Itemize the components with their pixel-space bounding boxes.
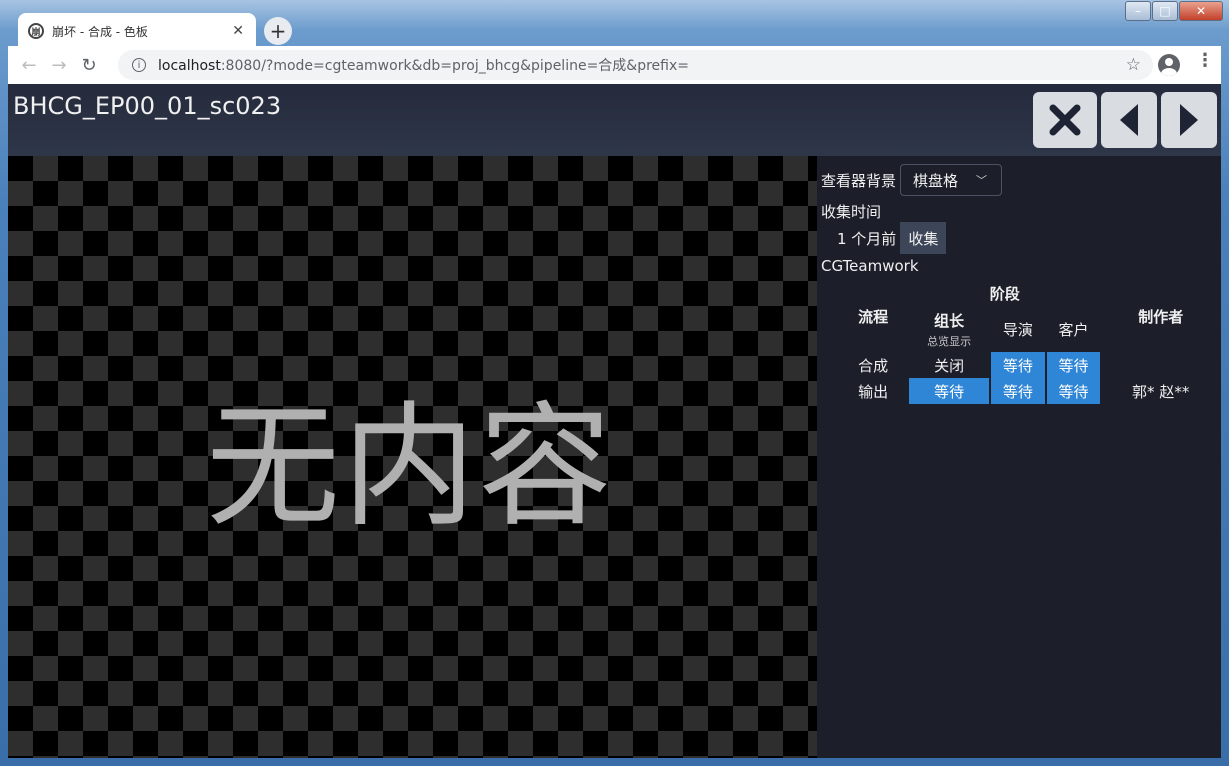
page-title: BHCG_EP00_01_sc023: [13, 92, 282, 120]
tab-title: 崩坏 - 合成 - 色板: [52, 24, 148, 39]
lead-status-cell[interactable]: 等待: [909, 378, 990, 404]
close-tab-icon[interactable]: ✕: [232, 23, 244, 39]
viewer-placeholder: 无内容: [8, 156, 817, 758]
viewer-bg-row: 查看器背景 棋盘格 ﹀: [821, 164, 1003, 196]
collect-button[interactable]: 收集: [900, 222, 947, 254]
next-button[interactable]: [1161, 92, 1217, 148]
back-icon[interactable]: ←: [14, 50, 44, 80]
source-label: CGTeamwork: [821, 257, 919, 275]
close-button[interactable]: [1033, 92, 1097, 148]
url-host: localhost: [158, 58, 221, 74]
lead-header-cell: 组长 总览显示: [909, 306, 989, 352]
pipeline-header: 流程: [858, 307, 889, 326]
profile-avatar-icon[interactable]: [1158, 54, 1180, 76]
browser-window: – □ ✕ 崩 崩坏 - 合成 - 色板 ✕ + ← → ↻ i localho…: [0, 0, 1229, 766]
triangle-left-icon: [1120, 104, 1138, 136]
page-header: BHCG_EP00_01_sc023: [8, 84, 1221, 156]
director-status-cell[interactable]: 等待: [991, 352, 1045, 378]
maker-cell: 郭* 赵**: [1132, 382, 1190, 401]
collect-value-row: 1 个月前 收集: [837, 222, 947, 254]
site-info-icon[interactable]: i: [132, 58, 146, 72]
lead-header: 组长: [934, 311, 965, 330]
viewer-bg-label: 查看器背景: [821, 171, 897, 190]
collect-time-row: 收集时间: [821, 201, 881, 222]
client-status-cell[interactable]: 等待: [1046, 352, 1101, 378]
lead-sub-header: 总览显示: [927, 334, 972, 348]
stage-header: 阶段: [989, 284, 1020, 303]
browser-tab[interactable]: 崩 崩坏 - 合成 - 色板 ✕: [18, 13, 256, 49]
forward-icon[interactable]: →: [44, 50, 74, 80]
viewer-bg-select[interactable]: 棋盘格 ﹀: [900, 164, 1003, 196]
pipeline-cell: 合成: [858, 356, 889, 375]
no-content-text: 无内容: [205, 389, 614, 545]
previous-button[interactable]: [1101, 92, 1157, 148]
image-viewer[interactable]: 无内容: [8, 156, 817, 758]
chevron-down-icon: ﹀: [976, 174, 988, 187]
maker-header: 制作者: [1138, 307, 1184, 326]
new-tab-button[interactable]: +: [264, 17, 292, 45]
client-status-cell[interactable]: 等待: [1046, 378, 1101, 404]
maker-cell: [1102, 352, 1219, 378]
source-row: CGTeamwork: [821, 257, 919, 275]
reload-icon[interactable]: ↻: [74, 50, 104, 80]
collect-time-label: 收集时间: [821, 203, 882, 221]
status-table: 流程 阶段 制作者 组长 总览显示 导演 客户 合成 关闭 等待 等待 输出 等…: [837, 280, 1221, 404]
close-window-button[interactable]: ✕: [1179, 1, 1223, 21]
page-content: BHCG_EP00_01_sc023 无内容 查看器背景 棋盘格 ﹀ 收集时间 …: [8, 84, 1221, 758]
window-controls: – □ ✕: [1124, 1, 1223, 21]
triangle-right-icon: [1180, 104, 1198, 136]
browser-toolbar: ← → ↻ i localhost:8080/?mode=cgteamwork&…: [8, 46, 1221, 84]
browser-menu-icon[interactable]: ⋮: [1196, 50, 1214, 71]
collect-time-value: 1 个月前: [837, 229, 897, 248]
director-status-cell[interactable]: 等待: [991, 378, 1045, 404]
pipeline-cell: 输出: [858, 382, 889, 401]
url-text: localhost:8080/?mode=cgteamwork&db=proj_…: [158, 55, 1126, 75]
address-bar[interactable]: i localhost:8080/?mode=cgteamwork&db=pro…: [118, 50, 1153, 80]
favicon-icon: 崩: [28, 23, 44, 39]
bookmark-star-icon[interactable]: ☆: [1126, 55, 1141, 75]
lead-status-cell[interactable]: 关闭: [909, 352, 989, 378]
viewer-bg-value: 棋盘格: [913, 171, 959, 190]
minimize-button[interactable]: –: [1125, 1, 1151, 21]
client-header: 客户: [1058, 320, 1089, 339]
close-icon: [1049, 104, 1081, 136]
maximize-button[interactable]: □: [1152, 1, 1178, 21]
info-panel: 查看器背景 棋盘格 ﹀ 收集时间 1 个月前 收集 CGTeamwork 流程 …: [817, 156, 1221, 758]
director-header: 导演: [1002, 320, 1033, 339]
url-path: :8080/?mode=cgteamwork&db=proj_bhcg&pipe…: [220, 58, 689, 74]
